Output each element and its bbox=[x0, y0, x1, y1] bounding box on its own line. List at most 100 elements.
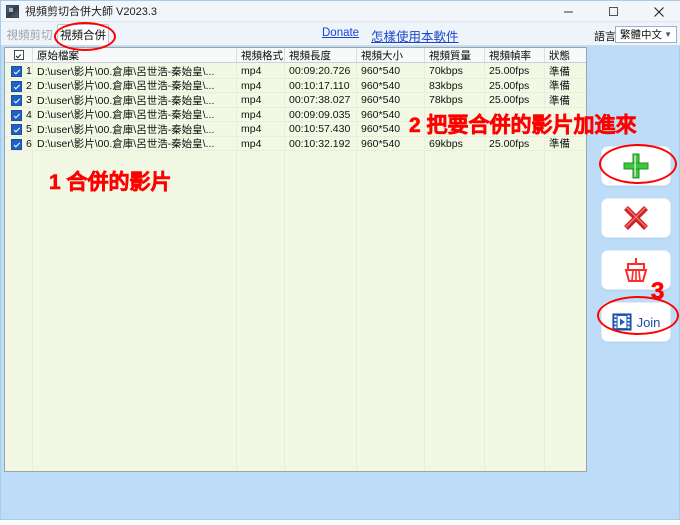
table-row[interactable]: 6 D:\user\影片\00.倉庫\呂世浩-秦始皇\... mp4 00:10:32… bbox=[5, 136, 586, 151]
cell-status bbox=[545, 108, 586, 122]
row-checkbox[interactable] bbox=[11, 80, 22, 92]
cross-icon bbox=[624, 206, 648, 230]
cell-duration: 00:09:09.035 bbox=[285, 107, 357, 122]
row-number: 1 bbox=[26, 65, 32, 77]
file-list-header: 原始檔案 視頻格式 視頻長度 視頻大小 視頻質量 視頻幀率 狀態 bbox=[5, 48, 586, 63]
row-number: 2 bbox=[26, 79, 32, 92]
cell-status: 準備 bbox=[549, 138, 570, 150]
cell-size: 960*540 bbox=[357, 64, 425, 78]
cell-format: mp4 bbox=[237, 78, 285, 93]
table-row[interactable]: 1 D:\user\影片\00.倉庫\呂世浩-秦始皇\... mp4 00:09:20… bbox=[5, 64, 586, 79]
minimize-button[interactable] bbox=[546, 1, 591, 22]
cell-status bbox=[545, 122, 586, 136]
screenshot-root: 視頻剪切合併大師 V2023.3 視頻剪切 視頻合併 Donate 怎樣使用本軟… bbox=[0, 0, 680, 525]
row-checkbox[interactable] bbox=[11, 66, 22, 77]
broom-icon bbox=[624, 258, 648, 282]
column-header-check bbox=[5, 48, 33, 62]
close-button[interactable] bbox=[636, 1, 680, 22]
maximize-button[interactable] bbox=[591, 1, 636, 22]
column-header-fps[interactable]: 視頻幀率 bbox=[485, 48, 545, 62]
row-checkbox[interactable] bbox=[11, 124, 22, 135]
table-row[interactable]: 5 D:\user\影片\00.倉庫\呂世浩-秦始皇\... mp4 00:10:57… bbox=[5, 122, 586, 137]
cell-fps: 25.00fps bbox=[485, 93, 545, 107]
film-icon bbox=[612, 313, 632, 331]
maximize-icon bbox=[609, 7, 618, 16]
cell-status: 準備 bbox=[549, 94, 570, 107]
cell-quality bbox=[425, 107, 485, 122]
row-checkbox[interactable] bbox=[11, 138, 22, 150]
cell-file: D:\user\影片\00.倉庫\呂世浩-秦始皇\... bbox=[33, 64, 237, 78]
cell-duration: 00:10:57.430 bbox=[285, 122, 357, 136]
language-label: 語言 bbox=[594, 31, 616, 43]
app-icon bbox=[6, 4, 19, 18]
how-to-use-link[interactable]: 怎樣使用本軟件 bbox=[371, 26, 459, 45]
join-button-label: Join bbox=[636, 314, 661, 330]
cell-duration: 00:09:20.726 bbox=[285, 64, 357, 78]
column-header-quality[interactable]: 視頻質量 bbox=[425, 48, 485, 62]
title-bar: 視頻剪切合併大師 V2023.3 bbox=[1, 1, 680, 22]
cell-status: 準備 bbox=[549, 80, 570, 92]
file-list-panel[interactable]: 原始檔案 視頻格式 視頻長度 視頻大小 視頻質量 視頻幀率 狀態 1 D:\use… bbox=[4, 47, 587, 472]
row-checkbox[interactable] bbox=[11, 95, 22, 106]
cell-size: 960*540 bbox=[357, 93, 425, 107]
cell-size: 960*540 bbox=[357, 107, 425, 122]
desktop-background bbox=[0, 520, 680, 525]
cell-quality: 78kbps bbox=[425, 93, 485, 107]
cell-file: D:\user\影片\00.倉庫\呂世浩-秦始皇\... bbox=[33, 136, 237, 151]
cell-format: mp4 bbox=[237, 64, 285, 78]
column-header-duration[interactable]: 視頻長度 bbox=[285, 48, 357, 62]
column-header-status[interactable]: 狀態 bbox=[545, 48, 586, 62]
application-window: 視頻剪切合併大師 V2023.3 視頻剪切 視頻合併 Donate 怎樣使用本軟… bbox=[0, 0, 680, 520]
row-number: 3 bbox=[26, 94, 32, 106]
close-icon bbox=[653, 6, 664, 17]
column-header-format[interactable]: 視頻格式 bbox=[237, 48, 285, 62]
cell-fps: 25.00fps bbox=[485, 78, 545, 93]
window-title: 視頻剪切合併大師 V2023.3 bbox=[25, 6, 158, 18]
table-row[interactable]: 3 D:\user\影片\00.倉庫\呂世浩-秦始皇\... mp4 00:07:38… bbox=[5, 93, 586, 108]
tab-video-merge[interactable]: 視頻合併 bbox=[57, 24, 109, 45]
tab-video-cut[interactable]: 視頻剪切 bbox=[3, 24, 56, 45]
plus-icon bbox=[623, 153, 649, 179]
row-number: 4 bbox=[26, 108, 32, 121]
minimize-icon bbox=[564, 11, 573, 13]
table-row[interactable]: 2 D:\user\影片\00.倉庫\呂世浩-秦始皇\... mp4 00:10:17… bbox=[5, 78, 586, 93]
cell-file: D:\user\影片\00.倉庫\呂世浩-秦始皇\... bbox=[33, 107, 237, 122]
cell-file: D:\user\影片\00.倉庫\呂世浩-秦始皇\... bbox=[33, 93, 237, 107]
join-button[interactable]: Join bbox=[601, 302, 671, 342]
cell-size: 960*540 bbox=[357, 78, 425, 93]
window-controls bbox=[546, 1, 680, 22]
remove-file-button[interactable] bbox=[601, 198, 671, 238]
cell-quality: 83kbps bbox=[425, 78, 485, 93]
column-header-size[interactable]: 視頻大小 bbox=[357, 48, 425, 62]
cell-file: D:\user\影片\00.倉庫\呂世浩-秦始皇\... bbox=[33, 122, 237, 136]
cell-format: mp4 bbox=[237, 107, 285, 122]
donate-link[interactable]: Donate bbox=[322, 27, 359, 39]
cell-fps: 25.00fps bbox=[485, 136, 545, 151]
language-select[interactable]: 繁體中文 ▼ bbox=[615, 26, 677, 43]
cell-fps bbox=[485, 122, 545, 136]
cell-duration: 00:07:38.027 bbox=[285, 93, 357, 107]
cell-quality: 69kbps bbox=[425, 136, 485, 151]
column-header-file[interactable]: 原始檔案 bbox=[33, 48, 237, 62]
language-select-value: 繁體中文 bbox=[620, 29, 662, 41]
cell-format: mp4 bbox=[237, 93, 285, 107]
cell-fps: 25.00fps bbox=[485, 64, 545, 78]
add-file-button[interactable] bbox=[601, 146, 671, 186]
cell-fps bbox=[485, 107, 545, 122]
cell-duration: 00:10:17.110 bbox=[285, 78, 357, 93]
cell-quality bbox=[425, 122, 485, 136]
row-number: 5 bbox=[26, 123, 32, 135]
clear-list-button[interactable] bbox=[601, 250, 671, 290]
chevron-down-icon: ▼ bbox=[664, 30, 672, 39]
cell-file: D:\user\影片\00.倉庫\呂世浩-秦始皇\... bbox=[33, 78, 237, 93]
cell-format: mp4 bbox=[237, 136, 285, 151]
cell-size: 960*540 bbox=[357, 136, 425, 151]
cell-size: 960*540 bbox=[357, 122, 425, 136]
cell-quality: 70kbps bbox=[425, 64, 485, 78]
row-checkbox[interactable] bbox=[11, 109, 22, 121]
cell-status: 準備 bbox=[549, 65, 570, 78]
row-number: 6 bbox=[26, 137, 32, 150]
table-row[interactable]: 4 D:\user\影片\00.倉庫\呂世浩-秦始皇\... mp4 00:09:09… bbox=[5, 107, 586, 122]
cell-duration: 00:10:32.192 bbox=[285, 136, 357, 151]
cell-format: mp4 bbox=[237, 122, 285, 136]
